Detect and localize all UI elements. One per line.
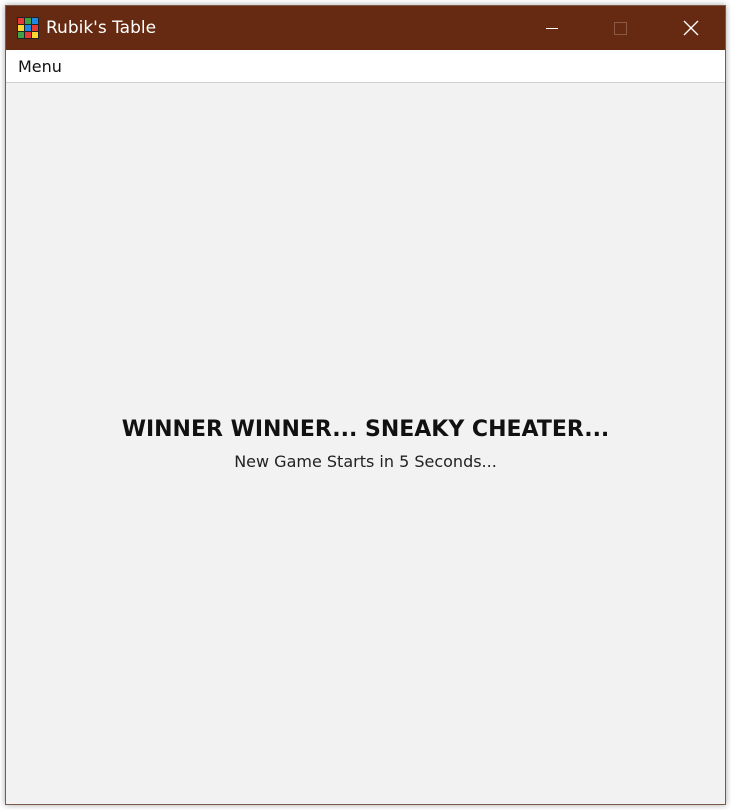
rubiks-cube-icon [17,17,39,39]
cube-tile [18,18,24,24]
menu-item-menu[interactable]: Menu [11,50,69,82]
cube-tile [32,18,38,24]
minimize-icon [546,28,558,29]
maximize-button [597,6,643,50]
window-title: Rubik's Table [46,18,157,38]
winner-message: WINNER WINNER... SNEAKY CHEATER... [121,417,610,442]
cube-tile [25,25,31,31]
new-game-countdown: New Game Starts in 5 Seconds... [234,452,497,471]
game-area: WINNER WINNER... SNEAKY CHEATER... New G… [6,83,725,804]
close-button[interactable] [666,6,712,50]
cube-tile [18,25,24,31]
cube-tile [25,32,31,38]
app-window: Rubik's Table Menu WINNER WINNER... SNEA… [5,5,726,805]
minimize-button[interactable] [529,6,575,50]
cube-tile [32,32,38,38]
cube-tile [25,18,31,24]
cube-tile [18,32,24,38]
cube-tile [32,25,38,31]
maximize-icon [614,22,627,35]
menu-bar: Menu [6,50,725,83]
close-icon [683,20,699,36]
title-bar[interactable]: Rubik's Table [6,6,725,50]
